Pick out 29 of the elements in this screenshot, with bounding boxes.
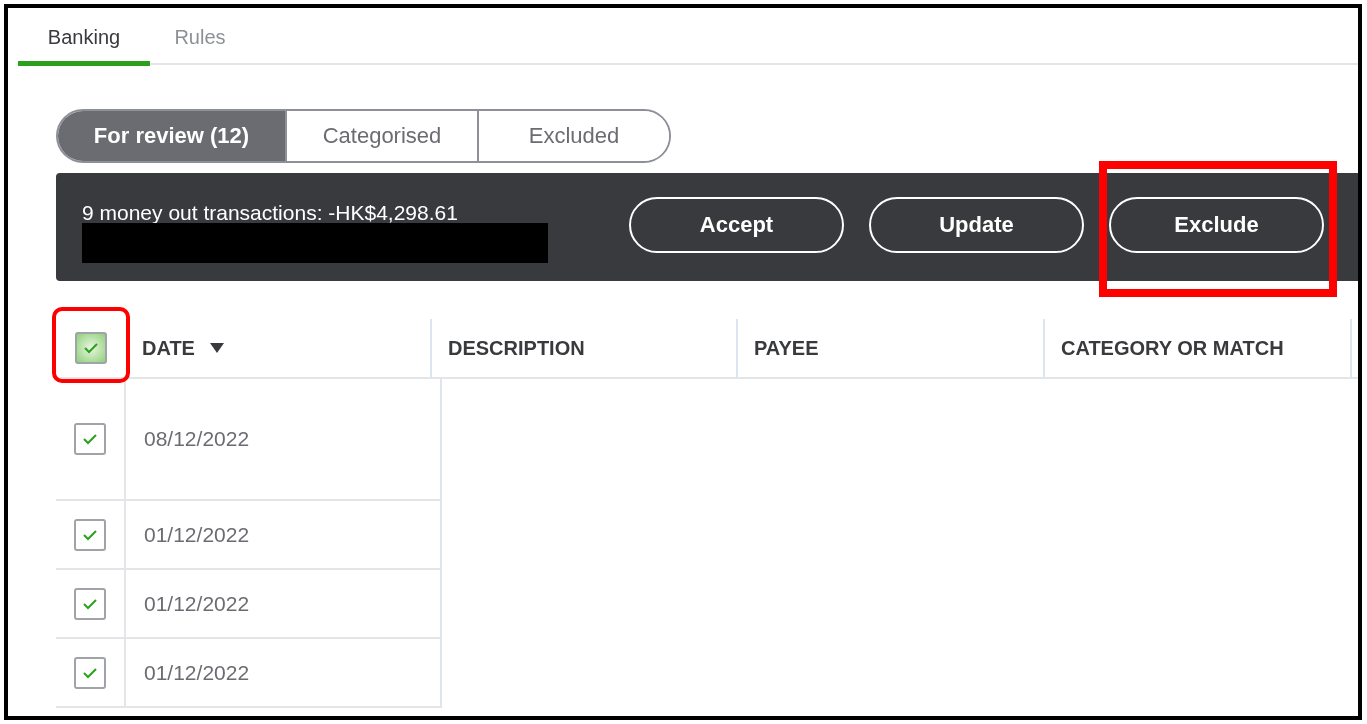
check-icon (82, 528, 98, 541)
action-button[interactable]: Accept (629, 197, 844, 253)
date-cell: 08/12/2022 (126, 379, 442, 499)
action-button[interactable]: Exclude (1109, 197, 1324, 253)
check-icon (82, 433, 98, 445)
date-cell: 01/12/2022 (126, 501, 442, 568)
column-header[interactable]: DESCRIPTION (432, 319, 738, 377)
column-label: PAYEE (754, 336, 819, 360)
column-label: DESCRIPTION (448, 336, 585, 360)
column-label: CATEGORY OR MATCH (1061, 336, 1284, 360)
date-cell: 01/12/2022 (126, 570, 442, 637)
filter-tab[interactable]: Excluded (477, 111, 669, 161)
row-checkbox[interactable] (74, 656, 106, 689)
filter-tab[interactable]: For review (12) (58, 111, 285, 161)
check-icon (83, 342, 99, 354)
action-button[interactable]: Update (869, 197, 1084, 253)
row-checkbox[interactable] (74, 587, 106, 620)
column-header[interactable]: PAYEE (738, 319, 1045, 377)
tab[interactable]: Banking (18, 16, 150, 66)
column-label: DATE (142, 336, 195, 360)
selection-summary: 9 money out transactions: -HK$4,298.61 (82, 201, 459, 225)
row-checkbox[interactable] (74, 423, 106, 455)
column-header[interactable]: DATE (126, 319, 432, 377)
column-header[interactable]: CATEGORY OR MATCH (1045, 319, 1352, 377)
select-all-checkbox[interactable] (75, 332, 107, 364)
date-cell: 01/12/2022 (126, 639, 442, 706)
check-icon (82, 597, 98, 610)
check-icon (82, 666, 98, 679)
row-checkbox[interactable] (74, 518, 106, 551)
